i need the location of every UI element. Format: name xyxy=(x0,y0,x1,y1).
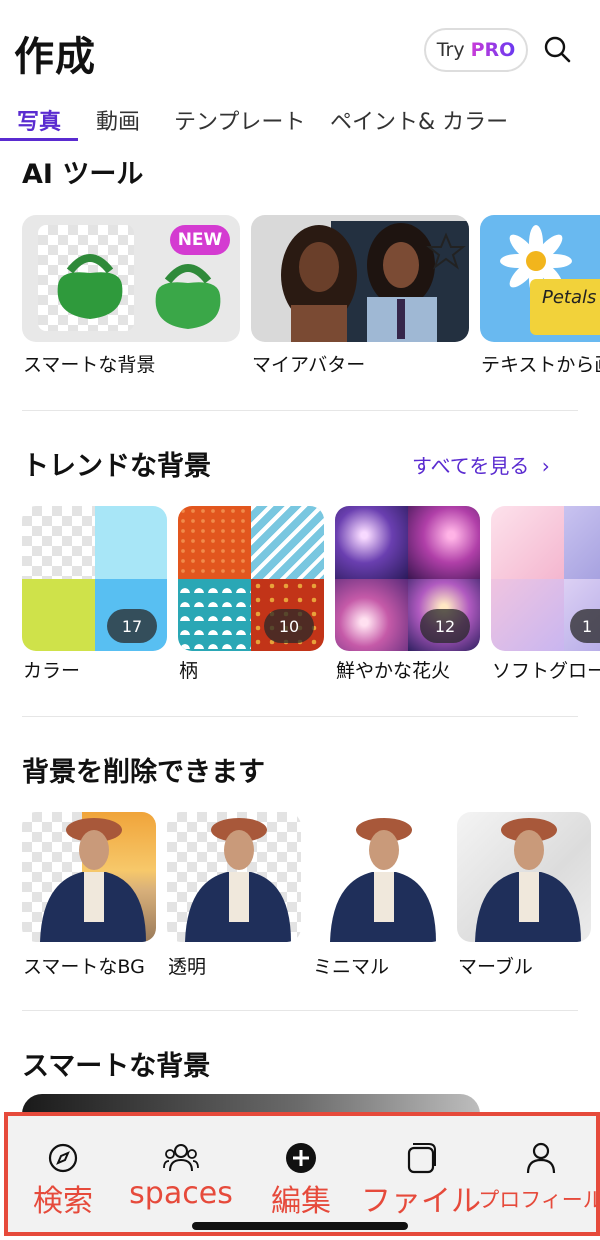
plus-circle-icon xyxy=(286,1143,316,1173)
glow-swatch xyxy=(491,579,564,651)
avatar-portraits-image xyxy=(281,223,466,342)
home-indicator xyxy=(192,1222,408,1230)
pattern-swatch xyxy=(251,506,324,579)
try-label: Try xyxy=(436,39,465,61)
nav-item-profile[interactable]: プロフィール xyxy=(478,1116,600,1232)
people-icon xyxy=(163,1144,199,1172)
nav-item-search[interactable]: 検索 xyxy=(8,1116,118,1232)
fireworks-swatch xyxy=(335,579,408,651)
nav-label: ファイル xyxy=(361,1184,481,1219)
chevron-right-icon: › xyxy=(541,454,550,478)
transparent-swatch xyxy=(22,506,95,579)
remove-bg-label: 透明 xyxy=(168,956,207,978)
remove-bg-label: ミニマル xyxy=(313,956,390,978)
tab-bar: 写真 動画 テンプレート ペイント& カラー xyxy=(0,104,600,144)
nav-label: プロフィール xyxy=(478,1188,600,1212)
count-badge: 17 xyxy=(107,609,157,643)
nav-item-spaces[interactable]: spaces xyxy=(126,1116,236,1232)
remove-bg-minimal-card[interactable] xyxy=(312,812,446,942)
section-divider xyxy=(22,1010,578,1011)
try-pro-button[interactable]: Try PRO xyxy=(424,28,528,72)
nav-label: 検索 xyxy=(33,1184,93,1219)
ai-tool-text-to-image-card[interactable]: Petals xyxy=(480,215,600,342)
see-all-label: すべてを見る xyxy=(412,454,530,478)
trending-fireworks-card[interactable]: 12 xyxy=(335,506,480,651)
trending-pattern-card[interactable]: 10 xyxy=(178,506,324,651)
compass-icon xyxy=(48,1143,78,1173)
daisy-flower-image xyxy=(500,225,600,335)
new-badge: NEW xyxy=(170,225,230,255)
green-bag-image xyxy=(155,264,221,329)
ai-tool-smart-bg-card[interactable]: NEW xyxy=(22,215,240,342)
count-badge: 1 xyxy=(570,609,600,643)
glow-swatch xyxy=(491,506,564,579)
pattern-swatch xyxy=(178,579,251,651)
section-title-trending: トレンドな背景 xyxy=(22,451,211,482)
section-title-ai-tools: AI ツール xyxy=(22,159,144,190)
folder-icon xyxy=(407,1143,436,1174)
model-image xyxy=(330,818,436,942)
trending-label: 鮮やかな花火 xyxy=(336,660,451,682)
nav-item-edit[interactable]: 編集 xyxy=(246,1116,356,1232)
count-badge: 12 xyxy=(420,609,470,643)
pattern-swatch xyxy=(178,506,251,579)
remove-bg-smart-card[interactable] xyxy=(22,812,156,942)
ai-tool-label: スマートな背景 xyxy=(23,354,156,376)
remove-bg-marble-card[interactable] xyxy=(457,812,591,942)
fireworks-swatch xyxy=(335,506,408,579)
trending-soft-glow-card[interactable]: 1 xyxy=(491,506,600,651)
glow-swatch xyxy=(564,506,600,579)
ai-tool-label: マイアバター xyxy=(252,354,366,376)
bottom-nav: 検索 spaces 編集 ファイル プロフィール xyxy=(4,1112,600,1236)
search-icon[interactable] xyxy=(540,32,576,68)
model-image xyxy=(475,818,581,942)
remove-bg-label: マーブル xyxy=(458,956,533,978)
model-image xyxy=(185,818,291,942)
section-divider xyxy=(22,410,578,411)
tab-active-indicator xyxy=(0,138,78,141)
ai-tool-label: テキストから画 xyxy=(481,354,600,376)
model-image xyxy=(40,818,146,942)
tab-templates[interactable]: テンプレート xyxy=(174,104,305,136)
color-swatch xyxy=(95,506,167,579)
color-swatch xyxy=(22,579,95,651)
ai-tool-avatar-card[interactable] xyxy=(251,215,469,342)
trending-label: ソフトグロー xyxy=(492,660,600,682)
section-divider xyxy=(22,716,578,717)
page-title: 作成 xyxy=(14,34,96,80)
nav-label: 編集 xyxy=(271,1184,331,1219)
trending-label: 柄 xyxy=(179,660,199,682)
trending-label: カラー xyxy=(23,660,81,682)
tab-video[interactable]: 動画 xyxy=(96,104,140,136)
see-all-link[interactable]: すべてを見る › xyxy=(412,450,550,479)
tab-paint-color[interactable]: ペイント& カラー xyxy=(330,104,508,136)
pro-label: PRO xyxy=(470,39,516,61)
nav-label: spaces xyxy=(129,1176,233,1211)
fireworks-swatch xyxy=(408,506,480,579)
trending-color-card[interactable]: 17 xyxy=(22,506,167,651)
petals-text: Petals xyxy=(542,287,597,308)
green-bag-image xyxy=(57,254,123,319)
nav-item-files[interactable]: ファイル xyxy=(361,1116,481,1232)
remove-bg-label: スマートなBG xyxy=(23,956,145,978)
section-title-smart-bg: スマートな背景 xyxy=(22,1051,211,1082)
person-icon xyxy=(526,1142,556,1174)
tab-photo[interactable]: 写真 xyxy=(17,104,61,136)
remove-bg-transparent-card[interactable] xyxy=(167,812,301,942)
section-title-remove-bg: 背景を削除できます xyxy=(22,757,265,788)
count-badge: 10 xyxy=(264,609,314,643)
